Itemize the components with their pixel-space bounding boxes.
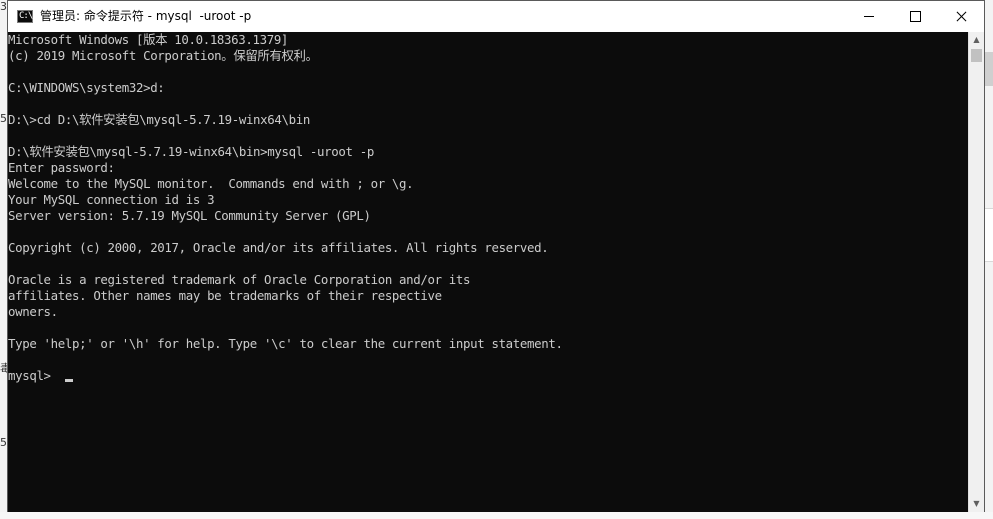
console-line: Oracle is a registered trademark of Orac…	[8, 272, 471, 287]
background-window-bottom-edge	[0, 512, 993, 519]
text-cursor	[65, 379, 73, 382]
scroll-up-arrow-icon[interactable]: ▲	[969, 32, 984, 48]
maximize-button[interactable]	[892, 1, 938, 32]
background-scroll-thumb	[985, 52, 993, 86]
minimize-button[interactable]	[846, 1, 892, 32]
maximize-icon	[910, 11, 921, 22]
console-line: affiliates. Other names may be trademark…	[8, 288, 442, 303]
console-output[interactable]: Microsoft Windows [版本 10.0.18363.1379] (c…	[8, 32, 968, 512]
console-line: Microsoft Windows [版本 10.0.18363.1379]	[8, 32, 289, 47]
vertical-scrollbar[interactable]: ▲ ▼	[968, 32, 984, 512]
console-line: Your MySQL connection id is 3	[8, 192, 215, 207]
console-line: owners.	[8, 304, 58, 319]
console-line: C:\WINDOWS\system32>d:	[8, 80, 165, 95]
console-line: D:\软件安装包\mysql-5.7.19-winx64\bin>mysql -…	[8, 144, 374, 159]
command-prompt-window: C:\ 管理员: 命令提示符 - mysql -uroot -p Microso…	[7, 0, 985, 512]
console-line: Welcome to the MySQL monitor. Commands e…	[8, 176, 414, 191]
title-bar[interactable]: C:\ 管理员: 命令提示符 - mysql -uroot -p	[8, 1, 984, 32]
console-line: D:\>cd D:\软件安装包\mysql-5.7.19-winx64\bin	[8, 112, 310, 127]
console-line: Type 'help;' or '\h' for help. Type '\c'…	[8, 336, 563, 351]
console-line: Server version: 5.7.19 MySQL Community S…	[8, 208, 371, 223]
console-line: Copyright (c) 2000, 2017, Oracle and/or …	[8, 240, 549, 255]
cmd-icon[interactable]: C:\	[17, 10, 33, 23]
scroll-down-arrow-icon[interactable]: ▼	[969, 496, 984, 512]
console-line: Enter password:	[8, 160, 115, 175]
scroll-thumb[interactable]	[971, 49, 982, 62]
close-button[interactable]	[938, 1, 984, 32]
console-line: mysql>	[8, 368, 58, 383]
minimize-icon	[864, 16, 874, 17]
background-panel-fragment	[985, 208, 993, 262]
window-title: 管理员: 命令提示符 - mysql -uroot -p	[40, 9, 252, 23]
console-line: (c) 2019 Microsoft Corporation。保留所有权利。	[8, 48, 318, 63]
